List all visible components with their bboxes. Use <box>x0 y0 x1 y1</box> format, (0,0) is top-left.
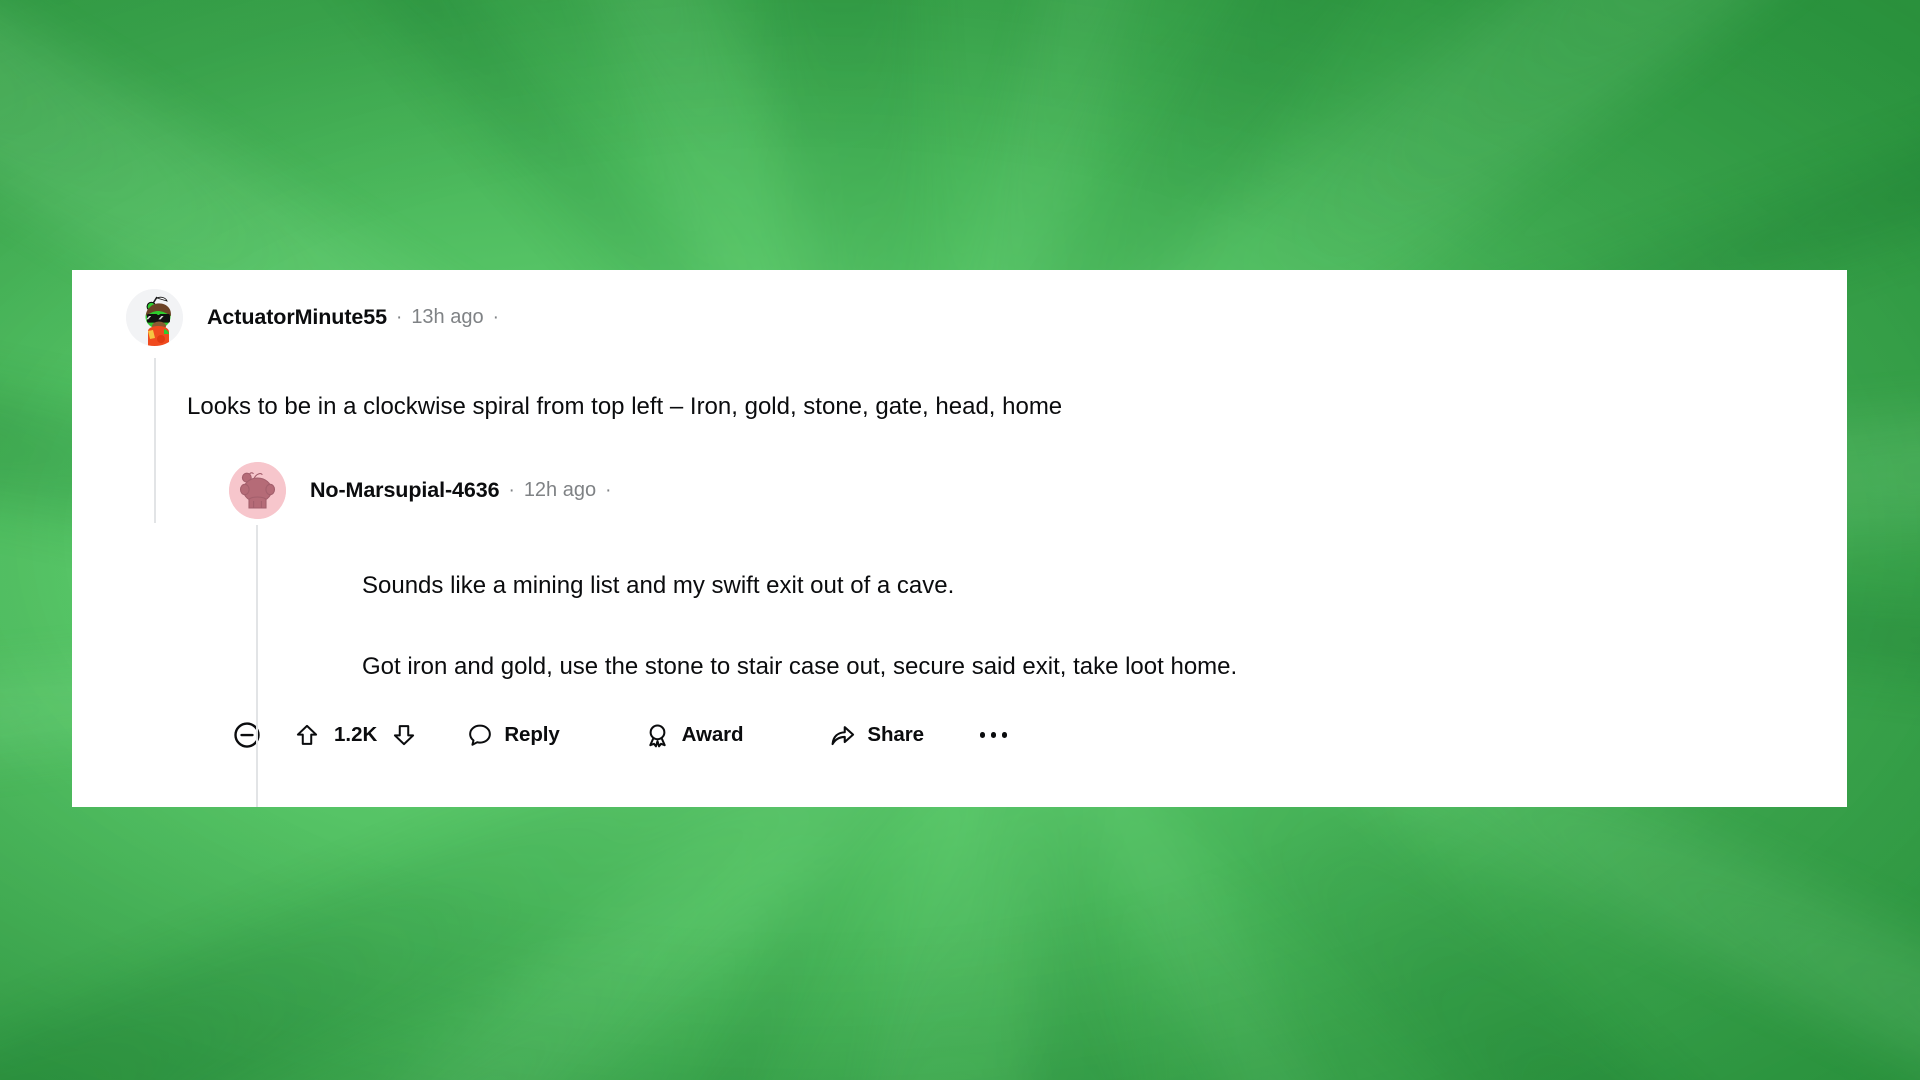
reply-author-username[interactable]: No-Marsupial-4636 <box>310 478 500 503</box>
reply-body-paragraph-2: Got iron and gold, use the stone to stai… <box>362 653 1238 680</box>
meta-separator-end: · <box>605 479 612 501</box>
reply-timestamp: 12h ago <box>523 479 597 501</box>
comment-thread-card: ActuatorMinute55 · 13h ago · Looks to be… <box>72 270 1847 807</box>
reply-body-paragraph-1: Sounds like a mining list and my swift e… <box>362 572 955 599</box>
reply-author-line: No-Marsupial-4636 · 12h ago · <box>310 478 611 503</box>
avatar-snoo-pink[interactable] <box>229 462 286 519</box>
comment-reply: No-Marsupial-4636 · 12h ago · Sounds lik… <box>72 270 1847 807</box>
thread-line-reply[interactable] <box>256 525 258 807</box>
meta-separator: · <box>508 479 515 501</box>
reply-header: No-Marsupial-4636 · 12h ago · <box>229 462 611 519</box>
